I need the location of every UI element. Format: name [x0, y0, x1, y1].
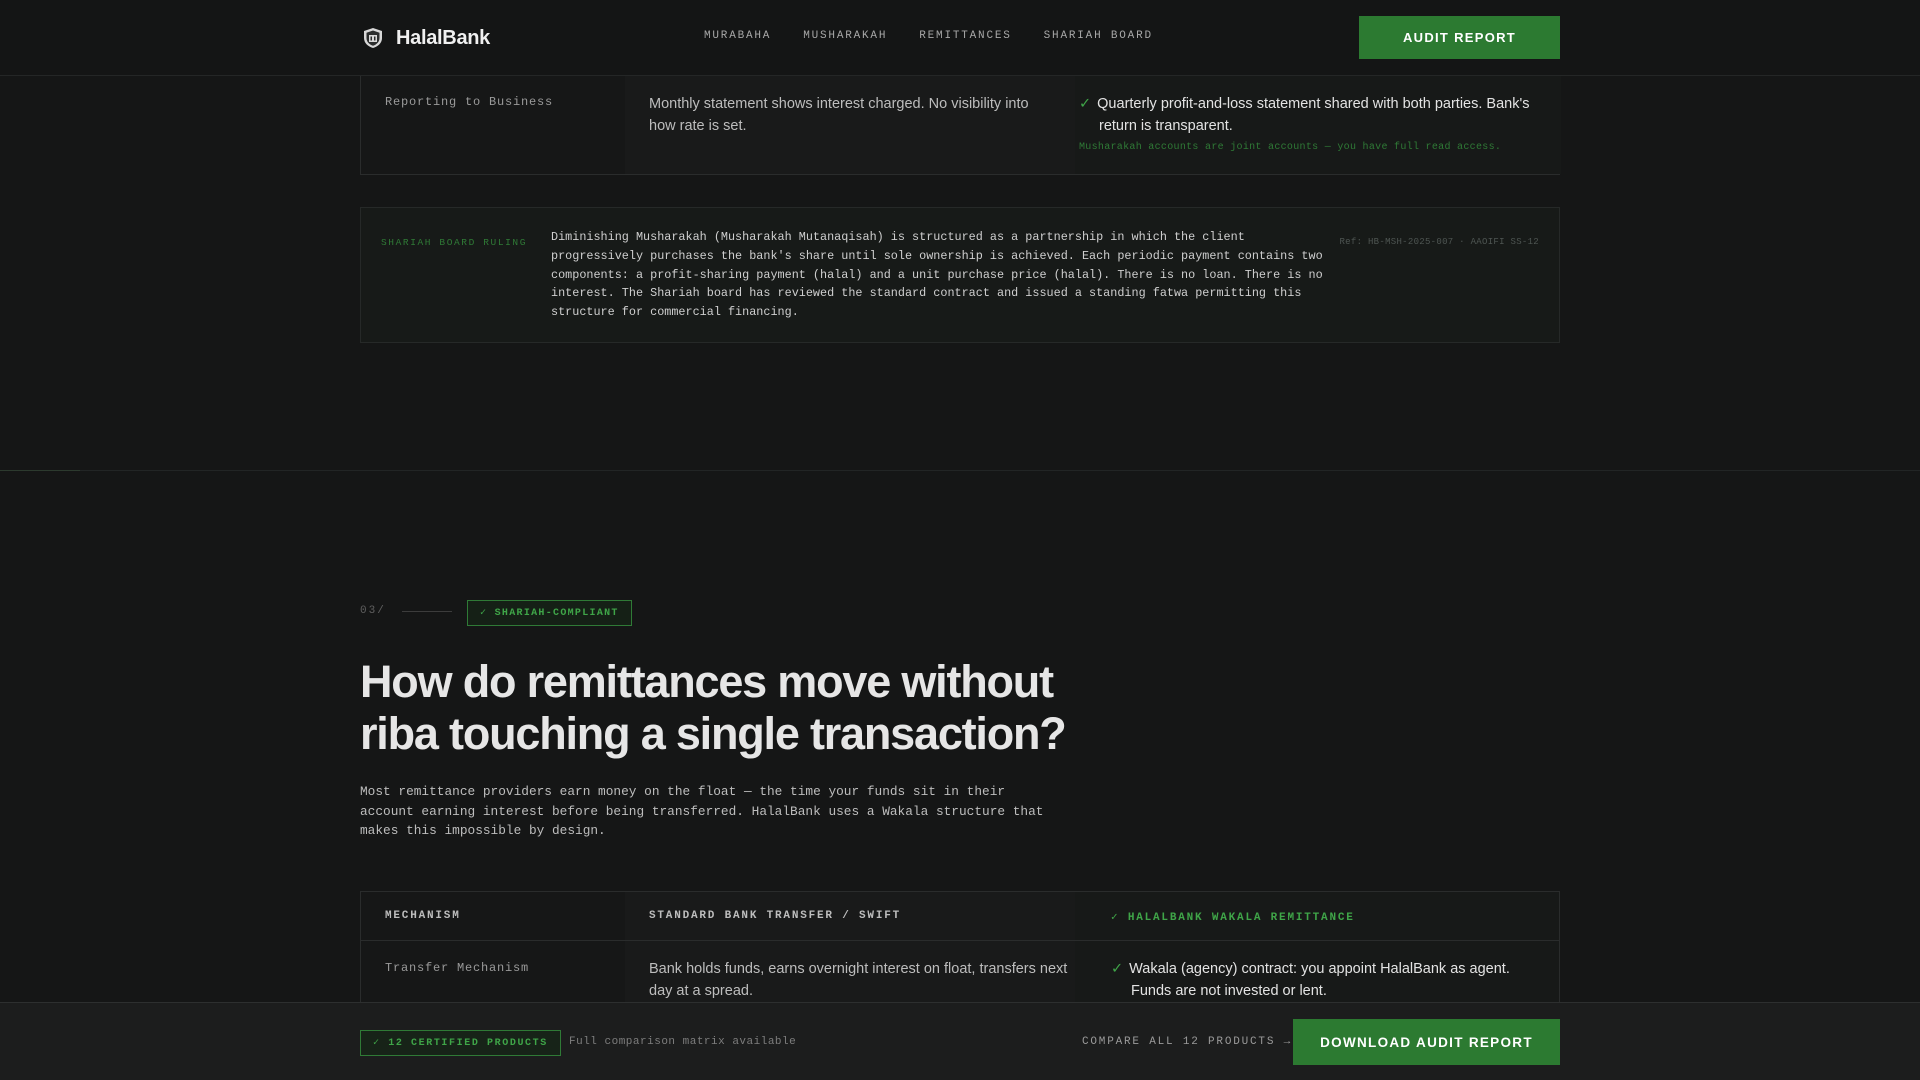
- column-header-standard: STANDARD BANK TRANSFER / SWIFT: [649, 910, 902, 922]
- column-header-halalbank: ✓ HALALBANK WAKALA REMITTANCE: [1111, 912, 1355, 924]
- download-audit-report-button[interactable]: DOWNLOAD AUDIT REPORT: [1293, 1019, 1560, 1065]
- standard-cell: Bank holds funds, earns overnight intere…: [649, 961, 1068, 999]
- certified-products-badge: ✓ 12 CERTIFIED PRODUCTS: [360, 1030, 561, 1056]
- halal-cell-text: Quarterly profit-and-loss statement shar…: [1097, 96, 1530, 134]
- divider-accent: [0, 470, 80, 471]
- ruling-reference: Ref: HB-MSH-2025-007 · AAOIFI SS-12: [1339, 237, 1539, 247]
- footer-note: Full comparison matrix available: [569, 1036, 797, 1048]
- row-label: Reporting to Business: [385, 95, 554, 109]
- brand-logo[interactable]: HalalBank: [362, 24, 490, 52]
- section-divider: [0, 470, 1920, 471]
- nav-link-remittances[interactable]: REMITTANCES: [919, 30, 1011, 42]
- halal-cell-text: Wakala (agency) contract: you appoint Ha…: [1129, 961, 1510, 999]
- nav-link-shariah-board[interactable]: SHARIAH BOARD: [1044, 30, 1153, 42]
- halal-cell: ✓ Quarterly profit-and-loss statement sha…: [1079, 93, 1539, 137]
- nav-link-murabaha[interactable]: MURABAHA: [704, 30, 771, 42]
- section-number-line: [402, 611, 452, 612]
- section-title: How do remittances move without riba tou…: [360, 656, 1067, 759]
- main-nav: MURABAHA MUSHARAKAH REMITTANCES SHARIAH …: [704, 30, 1153, 42]
- shariah-board-ruling: SHARIAH BOARD RULING Diminishing Mushara…: [360, 207, 1560, 343]
- column-header-mechanism: MECHANISM: [385, 910, 461, 922]
- section-lead: Most remittance providers earn money on …: [360, 784, 1044, 838]
- halal-cell-note: Musharakah accounts are joint accounts —…: [1079, 142, 1502, 153]
- remittance-comparison-table: MECHANISM STANDARD BANK TRANSFER / SWIFT…: [360, 891, 1560, 1011]
- shield-icon: [364, 28, 382, 48]
- musharakah-comparison-table: Reporting to Business Monthly statement …: [360, 76, 1561, 175]
- table-header-row: MECHANISM STANDARD BANK TRANSFER / SWIFT…: [361, 892, 1559, 941]
- standard-cell: Monthly statement shows interest charged…: [649, 96, 1029, 134]
- check-icon: ✓: [1111, 961, 1124, 977]
- check-icon: ✓: [1079, 96, 1092, 112]
- ruling-body: Diminishing Musharakah (Musharakah Mutan…: [551, 230, 1323, 320]
- nav-link-musharakah[interactable]: MUSHARAKAH: [803, 30, 887, 42]
- compare-products-link[interactable]: COMPARE ALL 12 PRODUCTS →: [1082, 1036, 1292, 1048]
- row-label: Transfer Mechanism: [385, 961, 530, 975]
- sticky-footer-bar: ✓ 12 CERTIFIED PRODUCTS Full comparison …: [0, 1002, 1920, 1080]
- section-number: 03/: [360, 605, 386, 617]
- ruling-label: SHARIAH BOARD RULING: [381, 237, 528, 248]
- top-navigation-bar: HalalBank MURABAHA MUSHARAKAH REMITTANCE…: [0, 0, 1920, 76]
- label-column: [361, 76, 625, 174]
- audit-report-button[interactable]: AUDIT REPORT: [1359, 16, 1560, 59]
- halal-cell: ✓ Wakala (agency) contract: you appoint H…: [1111, 958, 1531, 1002]
- shariah-compliant-badge: ✓ SHARIAH-COMPLIANT: [467, 600, 632, 626]
- brand-name: HalalBank: [396, 26, 491, 49]
